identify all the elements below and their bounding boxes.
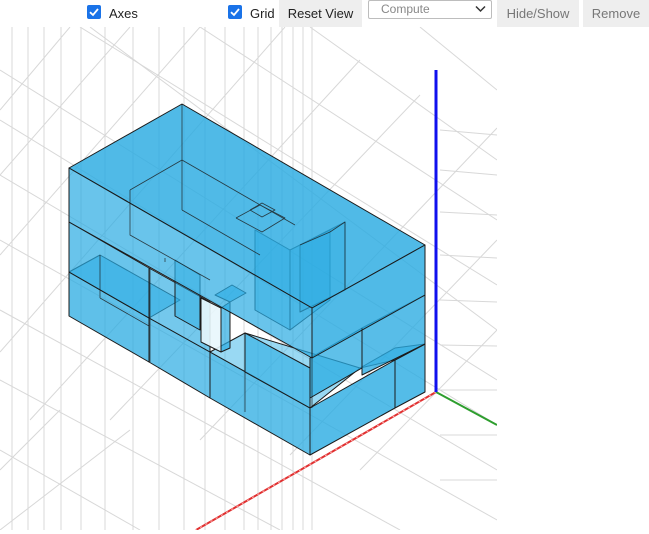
axes-label: Axes (109, 6, 138, 21)
compute-select-value: Compute (381, 2, 430, 16)
reset-view-button[interactable]: Reset View (279, 0, 362, 27)
chevron-down-icon (475, 5, 486, 13)
compute-select[interactable]: Compute (368, 0, 492, 19)
checkmark-icon (89, 8, 99, 17)
grid-label: Grid (250, 6, 275, 21)
inner-pillar-white (200, 297, 222, 353)
hide-show-button[interactable]: Hide/Show (497, 0, 579, 27)
remove-button[interactable]: Remove (583, 0, 649, 27)
axes-checkbox[interactable] (87, 5, 101, 19)
toolbar: Axes Grid Reset View Compute Hide/Show R… (0, 0, 649, 27)
grid-checkbox[interactable] (228, 5, 242, 19)
model (68, 103, 426, 456)
3d-viewport[interactable] (0, 27, 497, 530)
y-axis (435, 391, 497, 426)
checkmark-icon (230, 8, 240, 17)
